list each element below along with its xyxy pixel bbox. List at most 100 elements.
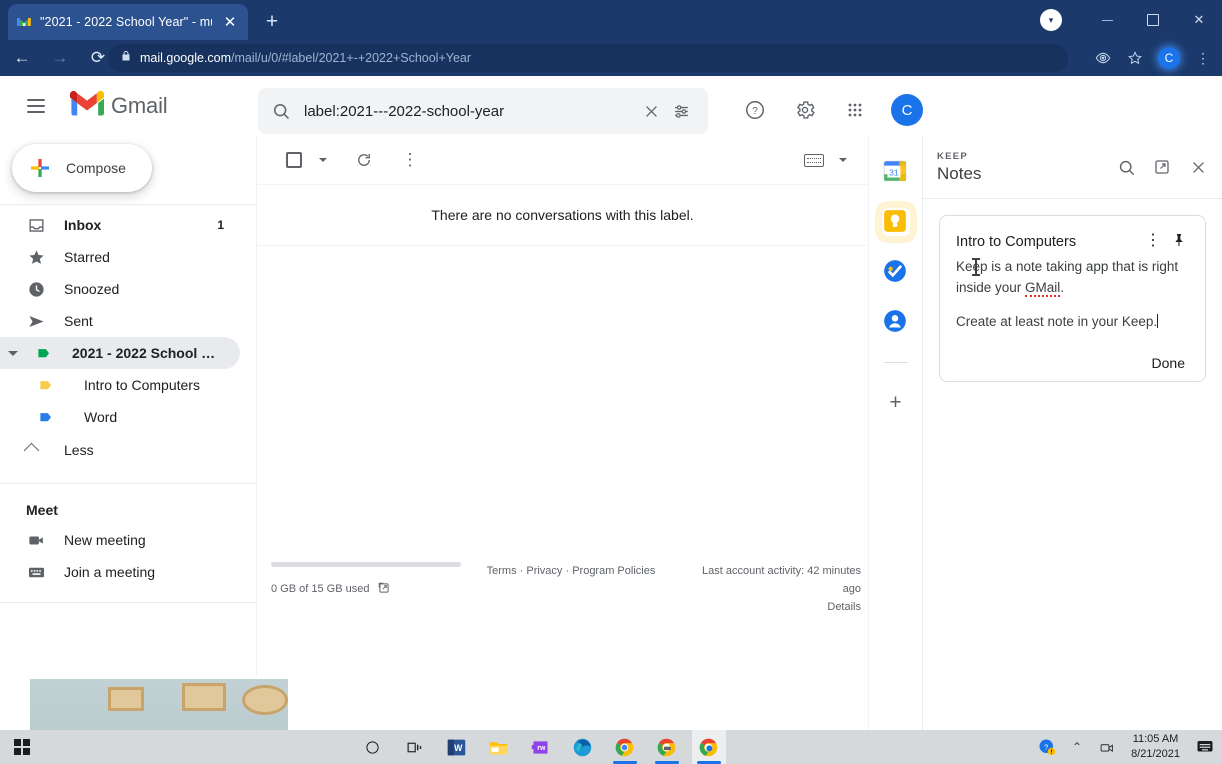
keep-note-card[interactable]: Intro to Computers ⋮ Keep is a note taki… bbox=[939, 215, 1206, 382]
taskbar-item-chrome-3[interactable] bbox=[691, 730, 726, 764]
browser-tab[interactable]: "2021 - 2022 School Year" - murl ✕ bbox=[8, 4, 248, 40]
gmail-logo[interactable]: Gmail bbox=[70, 90, 168, 122]
taskbar-item-cortana-search[interactable] bbox=[356, 730, 390, 764]
google-calendar-icon[interactable]: 31 bbox=[882, 158, 910, 186]
system-tray: ? ⌃ 11:05 AM 8/21/2021 bbox=[1037, 732, 1222, 762]
settings-gear-icon[interactable] bbox=[785, 90, 825, 130]
clock-time: 11:05 AM bbox=[1132, 733, 1179, 746]
keep-side-panel: KEEP Notes Intro to Computers ⋮ Keep is … bbox=[922, 136, 1222, 764]
sidebar-item-word[interactable]: Word bbox=[0, 401, 240, 433]
toolbar-right bbox=[797, 143, 850, 177]
clear-search-icon[interactable] bbox=[636, 96, 666, 126]
keep-search-icon[interactable] bbox=[1110, 151, 1142, 183]
search-icon bbox=[270, 100, 292, 122]
sidebar-item-less[interactable]: Less bbox=[0, 433, 240, 467]
notification-center-icon[interactable] bbox=[1194, 736, 1216, 758]
windows-logo-icon bbox=[14, 739, 30, 755]
sidebar-label-less: Less bbox=[64, 442, 94, 458]
main-menu-icon[interactable] bbox=[12, 82, 60, 130]
taskbar-item-chrome-2[interactable] bbox=[650, 730, 684, 764]
show-hidden-icons-chevron[interactable]: ⌃ bbox=[1067, 737, 1087, 757]
sidebar-label-starred: Starred bbox=[64, 249, 110, 265]
google-keep-icon[interactable] bbox=[882, 208, 910, 236]
sidebar-label-word: Word bbox=[84, 409, 118, 425]
sidebar-item-sent[interactable]: Sent bbox=[0, 305, 240, 337]
google-tasks-icon[interactable] bbox=[882, 258, 910, 286]
window-minimize-button[interactable] bbox=[1084, 0, 1130, 40]
new-tab-button[interactable]: + bbox=[258, 8, 286, 36]
search-input[interactable] bbox=[304, 102, 636, 120]
compose-button[interactable]: Compose bbox=[12, 144, 152, 192]
sidebar-item-inbox[interactable]: Inbox 1 bbox=[0, 209, 240, 241]
keep-open-in-new-icon[interactable] bbox=[1146, 151, 1178, 183]
sidebar-label-inbox: Inbox bbox=[64, 217, 102, 233]
sidebar-item-snoozed[interactable]: Snoozed bbox=[0, 273, 240, 305]
taskbar-item-chrome-1[interactable] bbox=[608, 730, 642, 764]
keep-close-icon[interactable] bbox=[1182, 151, 1214, 183]
sidebar-item-new-meeting[interactable]: New meeting bbox=[0, 524, 240, 556]
taskbar-item-word[interactable]: W bbox=[440, 730, 474, 764]
mail-list-area: ⋮ There are no conversations with this l… bbox=[256, 136, 868, 764]
label-color-icon bbox=[34, 343, 54, 363]
sidebar-item-intro-to-computers[interactable]: Intro to Computers bbox=[0, 369, 240, 401]
sidebar-item-school-year-label[interactable]: 2021 - 2022 School … bbox=[0, 337, 240, 369]
clock-date: 8/21/2021 bbox=[1131, 748, 1180, 760]
open-in-new-icon[interactable] bbox=[377, 581, 391, 598]
google-contacts-icon[interactable] bbox=[882, 308, 910, 336]
omnibox-row: ← → ⟳ mail.google.com/mail/u/0/#label/20… bbox=[0, 40, 1222, 76]
svg-text:?: ? bbox=[1044, 742, 1048, 751]
sidebar-item-starred[interactable]: Starred bbox=[0, 241, 240, 273]
gmail-logo-icon bbox=[70, 90, 104, 122]
forward-icon[interactable]: → bbox=[44, 42, 76, 74]
taskbar-item-task-view[interactable] bbox=[398, 730, 432, 764]
tab-close-icon[interactable]: ✕ bbox=[220, 12, 240, 32]
video-camera-icon bbox=[26, 530, 46, 550]
account-avatar[interactable]: C bbox=[891, 94, 923, 126]
google-apps-icon[interactable] bbox=[835, 90, 875, 130]
policy-links[interactable]: Terms · Privacy · Program Policies bbox=[471, 562, 671, 616]
back-icon[interactable]: ← bbox=[6, 42, 38, 74]
add-app-icon[interactable]: + bbox=[882, 389, 910, 417]
start-button[interactable] bbox=[0, 730, 44, 764]
text-caret bbox=[1157, 313, 1159, 328]
tab-title: "2021 - 2022 School Year" - murl bbox=[40, 15, 212, 29]
more-options-icon[interactable]: ⋮ bbox=[393, 143, 427, 177]
svg-text:rw: rw bbox=[537, 745, 546, 752]
select-all-checkbox[interactable] bbox=[277, 143, 311, 177]
gmail-header: Gmail label:2021---2022-school-year ? C bbox=[0, 76, 1222, 136]
input-tools-dropdown-icon[interactable] bbox=[836, 143, 850, 177]
help-badge-icon[interactable]: ? bbox=[1037, 737, 1057, 757]
select-dropdown-icon[interactable] bbox=[315, 143, 331, 177]
chrome-menu-icon[interactable]: ⋮ bbox=[1188, 42, 1218, 74]
window-close-button[interactable]: ✕ bbox=[1176, 0, 1222, 40]
mail-toolbar: ⋮ bbox=[257, 136, 868, 184]
taskbar-item-file-explorer[interactable] bbox=[482, 730, 516, 764]
note-misspelled-word: GMail bbox=[1025, 279, 1061, 297]
address-bar[interactable]: mail.google.com/mail/u/0/#label/2021+-+2… bbox=[108, 44, 1068, 72]
activity-details-link[interactable]: Details bbox=[681, 598, 861, 616]
note-done-button[interactable]: Done bbox=[956, 355, 1189, 371]
taskbar-clock[interactable]: 11:05 AM 8/21/2021 bbox=[1127, 732, 1184, 762]
help-icon[interactable]: ? bbox=[735, 90, 775, 130]
input-tools-icon[interactable] bbox=[797, 143, 831, 177]
taskbar-item-rw-app[interactable]: rw bbox=[524, 730, 558, 764]
url-path: /mail/u/0/#label/2021+-+2022+School+Year bbox=[231, 51, 472, 65]
window-maximize-button[interactable] bbox=[1130, 0, 1176, 40]
chevron-down-badge-icon[interactable]: ▾ bbox=[1040, 9, 1062, 31]
chrome-profile-avatar[interactable]: C bbox=[1158, 47, 1180, 69]
search-bar[interactable] bbox=[258, 88, 708, 134]
note-menu-icon[interactable]: ⋮ bbox=[1143, 230, 1163, 250]
chevron-down-icon[interactable] bbox=[8, 351, 18, 356]
refresh-icon[interactable] bbox=[347, 143, 381, 177]
eye-icon[interactable] bbox=[1088, 42, 1118, 74]
svg-text:31: 31 bbox=[889, 167, 899, 177]
rail-divider bbox=[883, 362, 908, 363]
camera-icon[interactable] bbox=[1097, 737, 1117, 757]
taskbar-item-edge[interactable] bbox=[566, 730, 600, 764]
pin-icon[interactable] bbox=[1169, 230, 1189, 250]
bookmark-star-icon[interactable] bbox=[1120, 42, 1150, 74]
search-options-icon[interactable] bbox=[666, 96, 696, 126]
sidebar-label-sent: Sent bbox=[64, 313, 93, 329]
sidebar-item-join-meeting[interactable]: Join a meeting bbox=[0, 556, 240, 588]
compose-label: Compose bbox=[66, 160, 126, 176]
